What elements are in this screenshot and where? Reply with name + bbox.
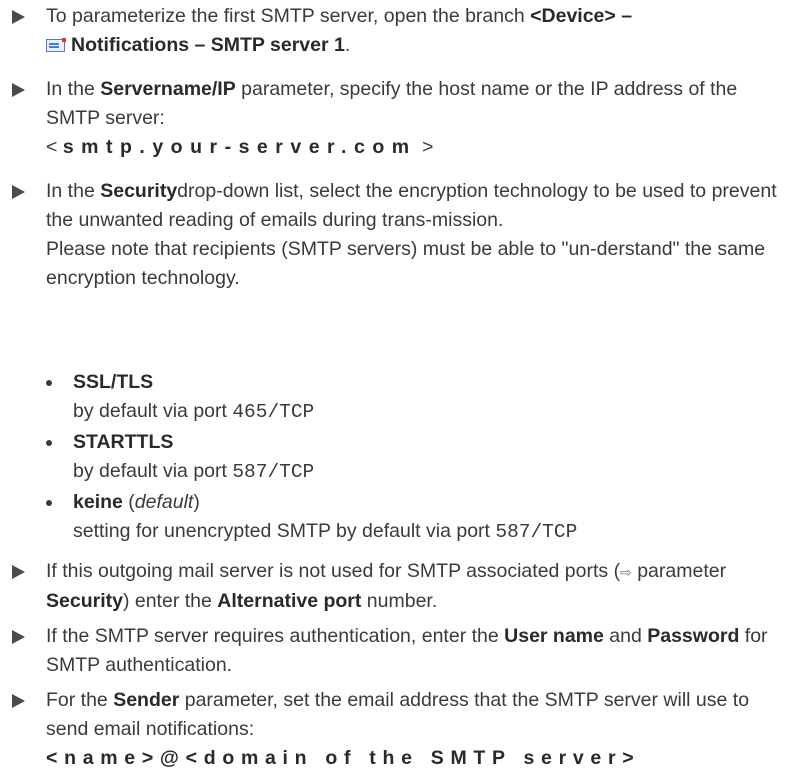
port-value: 465/TCP — [232, 401, 315, 423]
default-label: default — [134, 491, 194, 513]
option-starttls: STARTTLS by default via port 587/TCP — [46, 428, 778, 487]
option-name: SSL/TLS — [73, 371, 154, 393]
param-password: Password — [647, 625, 740, 647]
notification-envelope-icon — [46, 38, 66, 52]
step-text: In the Securitydrop-down list, select th… — [46, 180, 777, 289]
step-sender: For the Sender parameter, set the email … — [12, 686, 778, 773]
param-user-name: User name — [504, 625, 604, 647]
menu-path-device: <Device> – — [530, 5, 633, 27]
param-servername: Servername/IP — [100, 78, 236, 100]
step-text: If the SMTP server requires authenticati… — [46, 625, 768, 676]
param-alternative-port: Alternative port — [217, 590, 362, 612]
step-servername: In the Servername/IP parameter, specify … — [12, 75, 778, 162]
sender-example-value: <name>@<domain of the SMTP server> — [46, 747, 641, 769]
param-security-ref: Security — [46, 590, 123, 612]
step-text: For the Sender parameter, set the email … — [46, 689, 750, 769]
port-value: 587/TCP — [495, 521, 578, 543]
step-alternative-port: If this outgoing mail server is not used… — [12, 557, 778, 616]
option-ssl-tls: SSL/TLS by default via port 465/TCP — [46, 368, 778, 427]
step-arrow-icon — [12, 630, 25, 644]
step-arrow-icon — [12, 83, 25, 97]
step-arrow-icon — [12, 565, 25, 579]
step-text: If this outgoing mail server is not used… — [46, 560, 727, 612]
step-text: In the Servername/IP parameter, specify … — [46, 78, 738, 158]
bullet-dot — [46, 380, 52, 386]
bullet-dot — [46, 440, 52, 446]
bullet-dot — [46, 500, 52, 506]
manual-page: To parameterize the first SMTP server, o… — [0, 0, 788, 771]
port-value: 587/TCP — [232, 461, 315, 483]
param-sender: Sender — [113, 689, 180, 711]
encryption-note: Please note that recipients (SMTP server… — [46, 238, 766, 289]
option-keine: keine (default) setting for unencrypted … — [46, 488, 778, 547]
option-name: keine — [73, 491, 123, 513]
server-example-value: smtp.your-server.com — [62, 136, 417, 158]
step-text: To parameterize the first SMTP server, o… — [46, 5, 633, 56]
step-authentication: If the SMTP server requires authenticati… — [12, 622, 778, 680]
param-security: Security — [100, 180, 178, 202]
step-arrow-icon — [12, 185, 25, 199]
step-arrow-icon — [12, 10, 25, 24]
menu-path-smtp-server: Notifications – SMTP server 1 — [71, 34, 345, 56]
step-open-branch: To parameterize the first SMTP server, o… — [12, 2, 778, 60]
step-security: In the Securitydrop-down list, select th… — [12, 177, 778, 293]
cross-reference-arrow-icon: ⇨ — [620, 564, 632, 580]
step-arrow-icon — [12, 694, 25, 708]
option-name: STARTTLS — [73, 431, 174, 453]
